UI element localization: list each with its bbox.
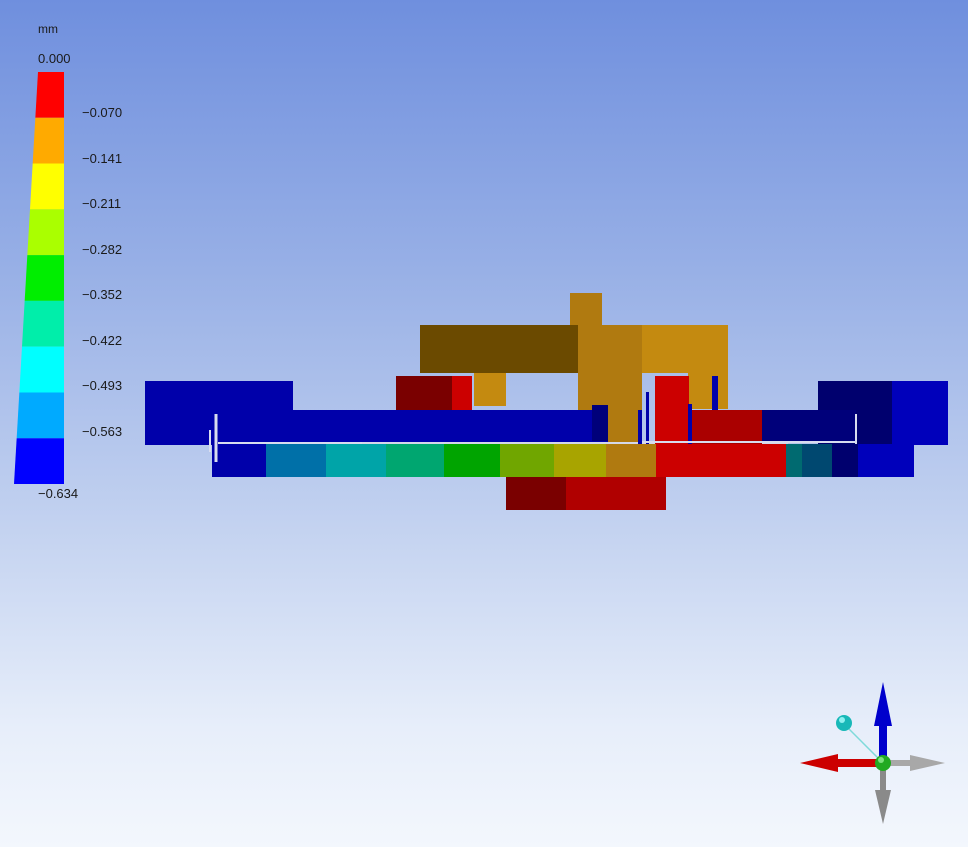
bar-segment <box>858 444 914 477</box>
post <box>688 404 692 444</box>
left-red-block <box>396 376 454 410</box>
bar-segment <box>326 444 386 477</box>
iso-axis-line <box>843 723 884 764</box>
iso-ball-highlight <box>839 717 845 723</box>
left-red-block-edge <box>452 376 472 410</box>
top-tab <box>570 293 602 327</box>
bar-segment <box>386 444 444 477</box>
bar-segment <box>832 444 858 477</box>
bar-segment <box>786 444 802 477</box>
bottom-center-block-shade <box>506 474 566 510</box>
origin-ball-icon[interactable] <box>875 755 891 771</box>
up-arrow-icon <box>874 682 892 726</box>
post <box>712 376 718 410</box>
upper-yoke-left <box>420 325 578 373</box>
middle-beam-end <box>592 405 608 441</box>
origin-ball-highlight <box>878 757 884 763</box>
axis-triad[interactable] <box>790 672 960 832</box>
right-outer-block <box>892 381 948 445</box>
bar-segment <box>606 444 656 477</box>
left-gold-block <box>474 373 506 406</box>
iso-view-ball-icon[interactable] <box>836 715 852 731</box>
bar-segment <box>656 444 786 477</box>
down-arrow-icon <box>875 790 891 824</box>
left-arrow-icon <box>800 754 838 772</box>
bar-segment <box>444 444 500 477</box>
upper-yoke-center <box>578 325 642 405</box>
right-arrow-icon <box>910 755 945 771</box>
right-beam <box>760 410 856 442</box>
middle-beam <box>220 410 608 442</box>
bar-segment <box>266 444 326 477</box>
post <box>638 410 642 444</box>
graphics-viewport[interactable]: mm 0.000 −0.070 −0.141 −0.211 −0.282 −0.… <box>0 0 968 847</box>
bar-segment <box>554 444 606 477</box>
bar-segment <box>500 444 554 477</box>
bar-segment <box>802 444 832 477</box>
red-horizontal-block <box>690 410 762 446</box>
post <box>646 392 649 444</box>
bar-segment <box>212 444 268 477</box>
upper-yoke-right <box>642 325 728 373</box>
right-gold-block <box>688 373 728 409</box>
